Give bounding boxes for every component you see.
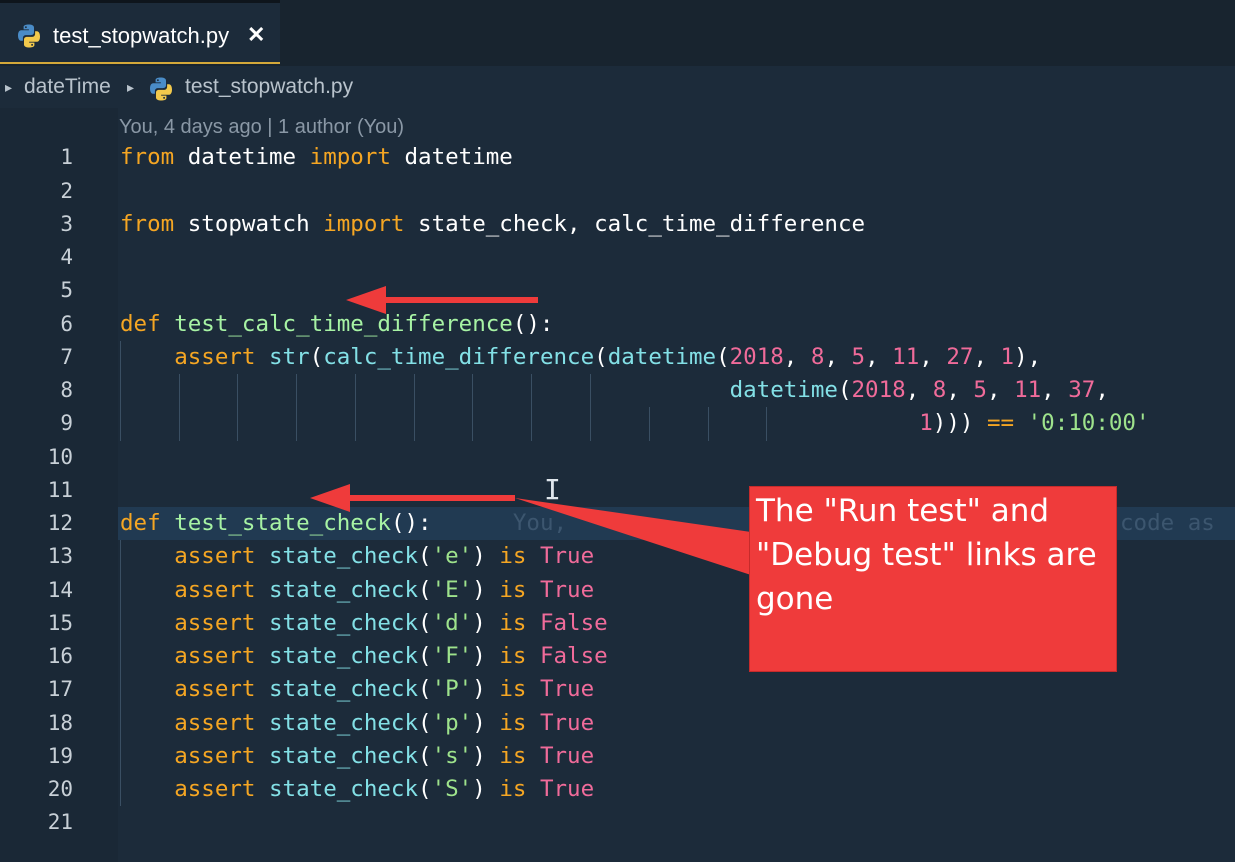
arrow-annotation-1 [346,286,538,314]
callout-text: The "Run test" and "Debug test" links ar… [756,493,1097,617]
callout-pointer [515,498,751,575]
annotation-callout: The "Run test" and "Debug test" links ar… [749,486,1117,672]
arrow-annotation-2 [310,484,515,512]
annotation-arrows [310,286,751,575]
